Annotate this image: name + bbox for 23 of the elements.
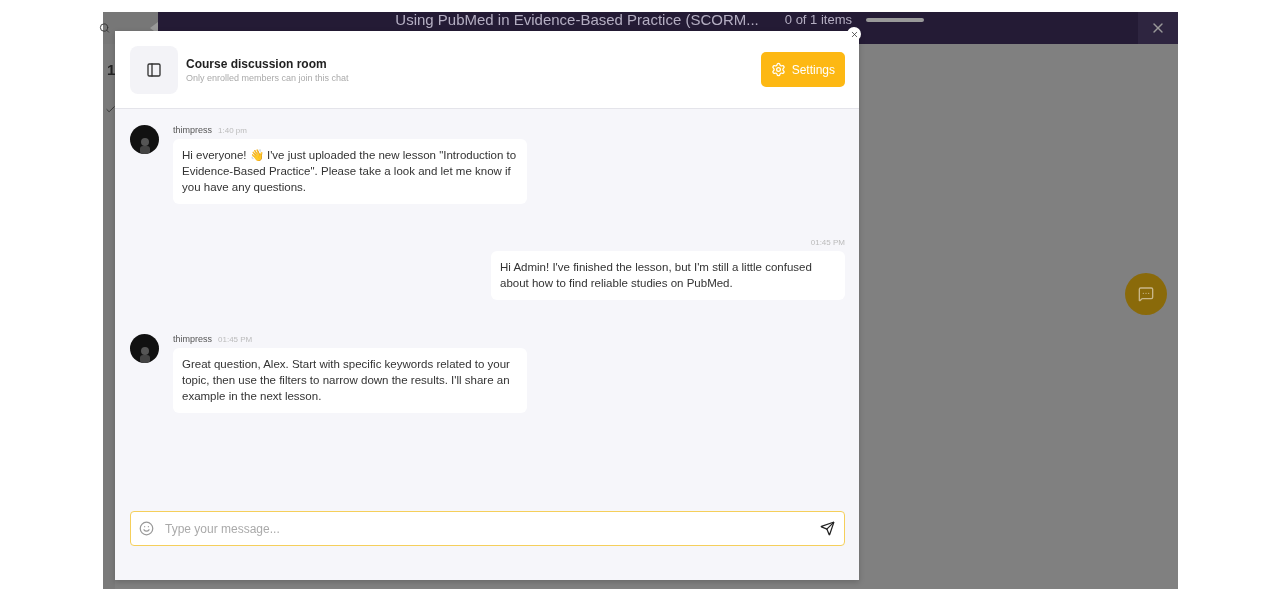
close-icon <box>849 29 859 39</box>
avatar <box>130 334 159 363</box>
lesson-number: 1 <box>107 61 116 78</box>
send-icon[interactable] <box>820 521 835 536</box>
message-bubble: Hi Admin! I've finished the lesson, but I'm still a little confused about how to find reliable studies on PubMed. <box>491 251 845 300</box>
message-field[interactable]: Type your message... <box>130 511 845 546</box>
author-name: thimpress <box>173 125 212 135</box>
course-title: Using PubMed in Evidence-Based Practice (SCORM... <box>394 12 760 27</box>
message-bubble: Great question, Alex. Start with specific keywords related to your topic, then use the filters to narrow down the results. I'll share an example in the next lesson. <box>173 348 527 413</box>
settings-button[interactable]: Settings <box>760 52 845 87</box>
chat-subtitle: Only enrolled members can join this chat <box>186 72 350 83</box>
chat-icon <box>1138 286 1154 302</box>
progress-count: 0 of 1 items <box>784 13 852 27</box>
message-bubble: Hi everyone! 👋 I've just uploaded the new lesson "Introduction to Evidence-Based Practice". Please take a look and let me know if you have any questions. <box>173 139 527 204</box>
chat-title: Course discussion room <box>186 56 328 71</box>
check-icon <box>105 104 116 115</box>
author-name: thimpress <box>173 334 212 344</box>
avatar <box>130 125 159 154</box>
sidebar-icon <box>146 61 162 78</box>
search-icon[interactable] <box>99 22 110 34</box>
settings-icon <box>770 62 786 77</box>
emoji-icon[interactable] <box>139 521 154 536</box>
sidebar-toggle-button[interactable] <box>130 45 178 94</box>
